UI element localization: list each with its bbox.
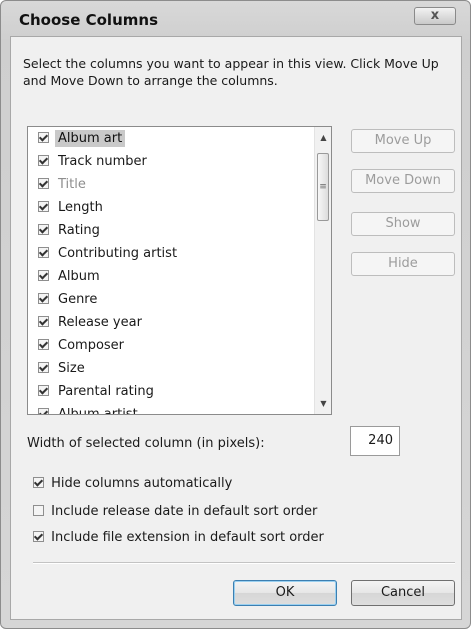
scroll-down-icon[interactable]: ▼ [315,395,331,412]
include-file-extension-option[interactable]: Include file extension in default sort o… [33,528,324,548]
hide-columns-automatically-option[interactable]: Hide columns automatically [33,474,232,494]
hide-columns-label: Hide columns automatically [51,476,233,491]
column-item-label: Track number [58,154,147,169]
column-checkbox[interactable] [38,339,49,350]
scroll-up-icon[interactable]: ▲ [315,129,331,146]
column-width-input[interactable]: 240 [350,426,400,456]
column-checkbox[interactable] [38,270,49,281]
column-item-label: Rating [58,223,100,238]
column-list-item[interactable]: Album artist [38,405,141,415]
column-list-item[interactable]: Size [38,359,88,379]
column-item-label: Composer [58,338,125,353]
column-checkbox[interactable] [38,385,49,396]
close-button[interactable]: x [414,7,456,25]
column-list-item[interactable]: Parental rating [38,382,157,402]
column-list-item[interactable]: Rating [38,221,103,241]
title-bar[interactable]: Choose Columns x [1,1,470,35]
column-checkbox[interactable] [38,293,49,304]
file-extension-checkbox[interactable] [33,531,44,542]
column-checkbox[interactable] [38,201,49,212]
hide-columns-checkbox[interactable] [33,477,44,488]
column-list-item[interactable]: Title [38,175,89,195]
column-checkbox[interactable] [38,155,49,166]
move-up-button[interactable]: Move Up [351,129,455,153]
column-width-label: Width of selected column (in pixels): [27,436,265,451]
column-list-item[interactable]: Track number [38,152,150,172]
release-date-checkbox[interactable] [33,505,44,516]
column-checkbox[interactable] [38,408,49,414]
column-item-label: Parental rating [58,384,154,399]
scroll-thumb[interactable]: ≡ [317,153,329,221]
listbox-scrollbar[interactable]: ▲ ≡ ▼ [314,127,331,414]
column-list-item[interactable]: Length [38,198,106,218]
column-list-item[interactable]: Album [38,267,103,287]
column-item-label: Size [58,361,85,376]
column-item-label: Album [58,269,100,284]
column-list-item[interactable]: Contributing artist [38,244,180,264]
move-down-button[interactable]: Move Down [351,169,455,193]
column-checkbox[interactable] [38,362,49,373]
release-date-label: Include release date in default sort ord… [51,504,318,519]
column-item-label: Release year [58,315,142,330]
hide-button[interactable]: Hide [351,252,455,276]
dialog-title: Choose Columns [19,11,158,29]
column-checkbox[interactable] [38,316,49,327]
scroll-grip-icon: ≡ [319,182,327,192]
column-checkbox[interactable] [38,178,49,189]
column-list-item[interactable]: Genre [38,290,100,310]
column-list-item[interactable]: Composer [38,336,127,356]
column-item-label: Album art [55,130,126,147]
file-extension-label: Include file extension in default sort o… [51,530,324,545]
column-checkbox[interactable] [38,224,49,235]
column-checkbox[interactable] [38,132,49,143]
column-checkbox[interactable] [38,247,49,258]
close-icon: x [430,8,440,23]
column-list-item[interactable]: Release year [38,313,145,333]
instructions-text: Select the columns you want to appear in… [23,56,439,88]
column-item-label: Title [58,177,86,192]
column-item-label: Genre [58,292,98,307]
ok-button[interactable]: OK [233,580,337,606]
columns-listbox[interactable]: Album art Track number Title Length Rating Co… [27,126,332,415]
cancel-button[interactable]: Cancel [351,580,455,606]
footer-divider [33,562,455,564]
column-item-label: Album artist [58,407,138,415]
column-list-item[interactable]: Album art [38,129,126,149]
show-button[interactable]: Show [351,212,455,236]
column-item-label: Contributing artist [58,246,178,261]
column-item-label: Length [58,200,103,215]
include-release-date-option[interactable]: Include release date in default sort ord… [33,502,317,522]
